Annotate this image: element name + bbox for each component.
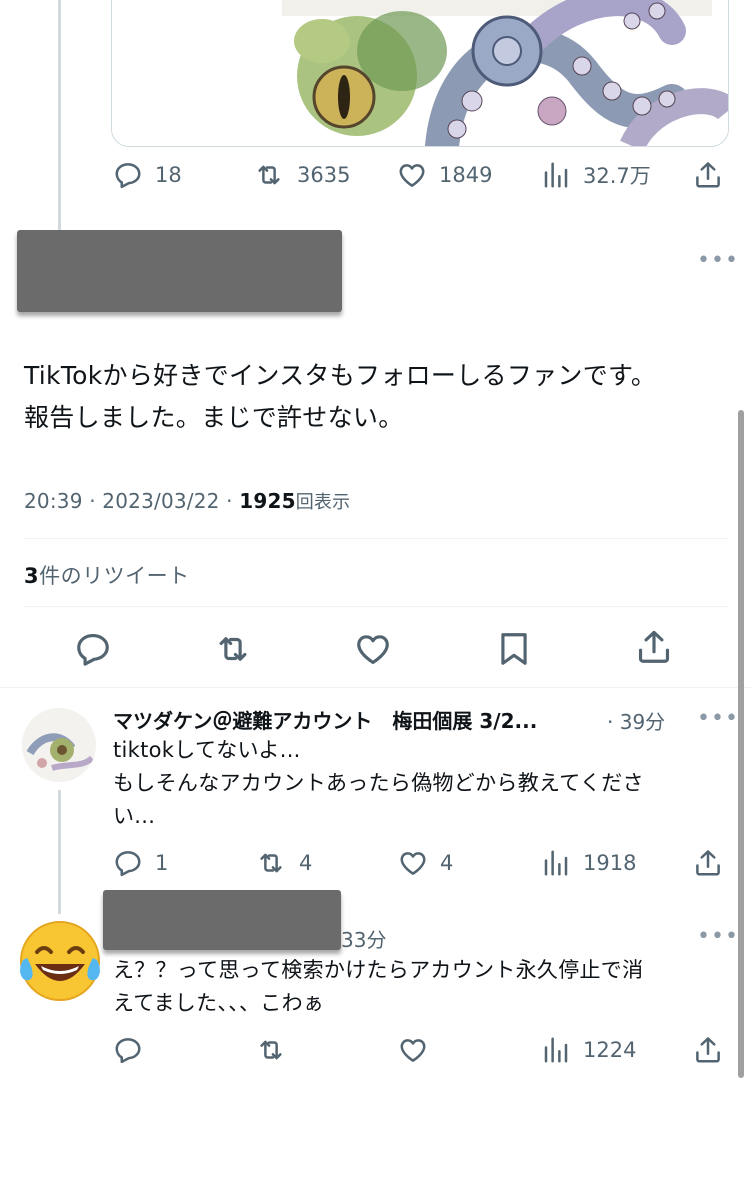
like-button[interactable]: 4 [398, 848, 453, 878]
view-count: 1925 [239, 489, 296, 513]
views-count: 1918 [583, 851, 637, 875]
retweet-icon [213, 630, 253, 668]
tweet-text-line: TikTokから好きでインスタもフォローしるファンです。 [24, 361, 657, 390]
like-button[interactable] [398, 1035, 428, 1065]
views-button[interactable]: 1918 [541, 848, 636, 878]
reply-text-line: もしそんなアカウントあったら偽物どから教えてくださ [113, 771, 644, 795]
reply-text-line: tiktokしてないよ... [113, 738, 301, 762]
share-button[interactable] [635, 628, 673, 666]
like-icon [398, 848, 428, 878]
retweet-button[interactable]: 4 [255, 848, 312, 878]
share-icon [693, 160, 723, 190]
bookmark-button[interactable] [495, 630, 533, 668]
divider [0, 687, 751, 688]
retweet-count: 4 [299, 851, 313, 875]
retweet-icon [255, 848, 287, 878]
divider [24, 606, 728, 607]
retweet-label: 件のリツイート [39, 564, 190, 588]
tweet-media-image[interactable] [111, 0, 729, 147]
reply-time[interactable]: 33分 [341, 924, 386, 953]
retweet-button[interactable]: 3635 [253, 160, 350, 190]
reply-text: tiktokしてないよ... もしそんなアカウントあったら偽物どから教えてくださ… [113, 734, 713, 833]
retweet-button[interactable] [213, 630, 253, 668]
like-icon [397, 160, 427, 190]
like-button[interactable]: 1849 [397, 160, 492, 190]
reply-button[interactable] [74, 630, 112, 668]
divider [24, 538, 728, 539]
views-icon [541, 1035, 571, 1065]
redacted-author [103, 890, 341, 950]
views-button[interactable]: 32.7万 [541, 160, 651, 190]
like-count: 1849 [439, 163, 493, 187]
reply-text: え？？って思って検索かけたらアカウント永久停止で消 えてました、、、こわぁ [113, 954, 713, 1020]
reply-icon [113, 848, 143, 878]
avatar-image [22, 708, 96, 782]
reply-button[interactable] [113, 1035, 143, 1065]
views-count: 1224 [583, 1038, 637, 1062]
laughing-emoji-icon [20, 921, 100, 1001]
reply-icon [113, 160, 143, 190]
reply-time[interactable]: · 39分 [607, 706, 665, 735]
tweet-text: TikTokから好きでインスタもフォローしるファンです。 報告しました。まじで許… [24, 355, 724, 439]
scrollbar[interactable] [738, 410, 744, 1078]
share-icon [693, 848, 723, 878]
more-dots-icon[interactable]: ••• [697, 706, 739, 731]
retweet-total: 3 [24, 564, 40, 588]
reply-button[interactable]: 18 [113, 160, 182, 190]
reply-icon [113, 1035, 143, 1065]
share-button[interactable] [693, 848, 723, 878]
octopus-illustration [112, 0, 728, 146]
reply-author-name[interactable]: マツダケン＠避難アカウント 梅田個展 3/2... [113, 705, 613, 734]
share-icon [635, 628, 673, 666]
like-count: 4 [440, 851, 454, 875]
more-dots-icon[interactable]: ••• [697, 924, 739, 949]
thread-line [58, 0, 61, 232]
like-icon [398, 1035, 428, 1065]
retweet-icon [253, 160, 285, 190]
reply-text-line: えてました、、、こわぁ [113, 991, 325, 1015]
reply-count: 1 [155, 851, 169, 875]
retweet-count: 3635 [297, 163, 351, 187]
like-icon [354, 630, 392, 668]
views-count: 32.7万 [583, 164, 651, 188]
view-label: 回表示 [295, 492, 351, 513]
reply-text-line: え？？って思って検索かけたらアカウント永久停止で消 [113, 958, 644, 982]
tweet-meta: 20:39 · 2023/03/22 · 1925回表示 [24, 488, 350, 514]
reply-count: 18 [155, 163, 182, 187]
tweet-text-line: 報告しました。まじで許せない。 [24, 403, 404, 432]
bookmark-icon [495, 630, 533, 668]
reply-icon [74, 630, 112, 668]
share-button[interactable] [693, 160, 723, 190]
views-button[interactable]: 1224 [541, 1035, 636, 1065]
avatar[interactable] [17, 918, 103, 1004]
retweet-icon [255, 1035, 287, 1065]
views-icon [541, 848, 571, 878]
reply-text-line: い... [113, 804, 156, 828]
reply-button[interactable]: 1 [113, 848, 168, 878]
more-dots-icon[interactable]: ••• [697, 248, 739, 273]
retweets-link[interactable]: 3件のリツイート [24, 560, 190, 590]
views-icon [541, 160, 571, 190]
like-button[interactable] [354, 630, 392, 668]
retweet-button[interactable] [255, 1035, 287, 1065]
share-icon [693, 1035, 723, 1065]
redacted-author [17, 230, 342, 312]
share-button[interactable] [693, 1035, 723, 1065]
thread-line [58, 790, 61, 914]
tweet-time[interactable]: 20:39 · 2023/03/22 · [24, 489, 239, 513]
avatar[interactable] [22, 708, 96, 782]
